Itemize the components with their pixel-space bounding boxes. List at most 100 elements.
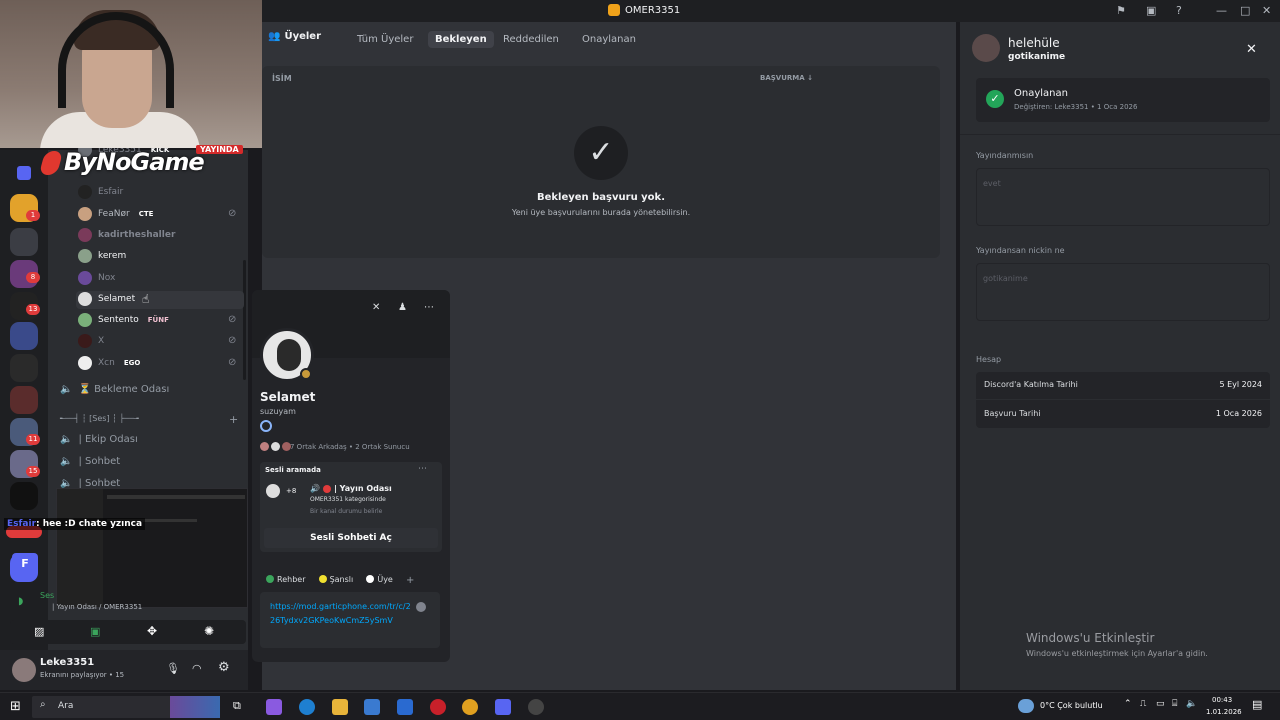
file-explorer-icon[interactable] — [332, 699, 348, 715]
members-header: 👥 Üyeler — [268, 31, 322, 42]
server-badge: 8 — [26, 272, 40, 283]
store-icon[interactable] — [364, 699, 380, 715]
server-f-icon[interactable]: F — [12, 553, 38, 575]
task-view-icon[interactable]: ⧉ — [233, 699, 241, 713]
emoji-icon[interactable] — [416, 602, 426, 612]
activities-icon[interactable]: ✥ — [147, 624, 157, 638]
obs-icon[interactable] — [528, 699, 544, 715]
profile-username: suzuyam — [260, 407, 296, 416]
voice-channel-label[interactable]: | Yayın Odası / OMER3351 — [52, 603, 142, 611]
clock-time[interactable]: 00:43 — [1212, 696, 1232, 704]
notifications-icon[interactable]: ▤ — [1252, 698, 1262, 711]
voice-user[interactable]: kerem — [78, 247, 126, 265]
server-icon[interactable] — [10, 386, 38, 414]
headphones-icon[interactable]: ◠ — [192, 662, 202, 675]
soundboard-icon[interactable]: ✺ — [204, 624, 214, 638]
more-icon[interactable]: ⋯ — [424, 302, 434, 313]
voice-user[interactable]: X — [78, 332, 104, 350]
channel-category[interactable]: ╾──┤ ┆ [Ses] ┆ ├──╼ — [60, 414, 139, 423]
windows-start-icon[interactable]: ⊞ — [10, 699, 21, 714]
mail-icon[interactable] — [397, 699, 413, 715]
maximize-icon[interactable]: □ — [1240, 4, 1250, 17]
collapse-icon[interactable]: ✕ — [372, 302, 380, 313]
open-voice-chat-button[interactable]: Sesli Sohbeti Aç — [264, 528, 438, 548]
account-card: Discord'a Katılma Tarihi 5 Eyl 2024 Başv… — [976, 372, 1270, 428]
voice-channel[interactable]: 🔊 | Yayın Odası — [310, 484, 392, 493]
server-icon[interactable] — [10, 354, 38, 382]
taskbar-search[interactable]: ⌕ Ara — [32, 696, 220, 718]
battery-icon[interactable]: ▭ — [1156, 699, 1165, 709]
close-icon[interactable]: ✕ — [1246, 42, 1257, 57]
volume-icon[interactable]: 🔈 — [1186, 699, 1197, 709]
voice-more-icon[interactable]: ⋯ — [418, 464, 427, 474]
window-title: OMER3351 — [608, 4, 680, 16]
scrollbar[interactable] — [243, 260, 246, 380]
empty-title: Bekleyen başvuru yok. — [536, 192, 666, 203]
close-window-icon[interactable]: ✕ — [1262, 4, 1271, 17]
minimize-icon[interactable]: — — [1216, 4, 1227, 17]
microphone-icon[interactable]: 🎙 — [166, 662, 180, 675]
flag-icon[interactable]: ⚑ — [1116, 4, 1126, 17]
channel-sohbet-2[interactable]: 🔈 | Sohbet — [60, 478, 120, 488]
channel-sohbet[interactable]: 🔈 | Sohbet — [60, 456, 120, 467]
speaker-icon: 🔊 — [310, 484, 320, 493]
tab-pending[interactable]: Bekleyen — [428, 31, 494, 48]
voice-user[interactable]: Esfair — [78, 183, 123, 201]
add-channel-icon[interactable]: + — [229, 413, 238, 426]
status-card: ✓ Onaylanan Değiştiren: Leke3351 • 1 Oca… — [976, 78, 1270, 122]
speaker-icon: 🔈 — [60, 384, 73, 395]
voice-card: Sesli aramada ⋯ +8 🔊 | Yayın Odası OMER33… — [260, 462, 442, 552]
add-role-icon[interactable]: + — [406, 575, 414, 586]
channel-waiting[interactable]: 🔈 ⏳ Bekleme Odası — [60, 384, 169, 395]
chrome-icon[interactable] — [462, 699, 478, 715]
channel-ekip[interactable]: 🔈 | Ekip Odası — [60, 434, 138, 445]
tray-arrow-icon[interactable]: ⌃ — [1124, 699, 1132, 709]
settings-gear-icon[interactable]: ⚙ — [218, 660, 230, 675]
server-icon[interactable] — [10, 228, 38, 256]
server-icon[interactable] — [10, 322, 38, 350]
help-icon[interactable]: ? — [1176, 4, 1182, 17]
screen-share-icon[interactable]: ▣ — [90, 625, 100, 638]
usb-icon[interactable]: ⎍ — [1140, 699, 1146, 709]
role-tag[interactable]: Üye — [366, 575, 393, 584]
profile-link[interactable]: https://mod.garticphone.com/tr/c/226Tydx… — [270, 600, 412, 628]
clock-date[interactable]: 1.01.2026 — [1206, 708, 1242, 716]
camera-off-icon[interactable]: ▨ — [34, 625, 44, 638]
dm-icon[interactable] — [17, 166, 31, 180]
add-friend-icon[interactable]: ♟ — [398, 302, 407, 313]
server-badge: 15 — [26, 466, 40, 477]
avatar[interactable] — [12, 658, 36, 682]
weather-icon[interactable] — [1018, 699, 1034, 713]
tab-all-members[interactable]: Tüm Üyeler — [350, 31, 420, 48]
discord-icon[interactable] — [495, 699, 511, 715]
copilot-icon[interactable] — [266, 699, 282, 715]
column-applied[interactable]: BAŞVURMA ↓ — [760, 74, 813, 82]
apply-date-value: 1 Oca 2026 — [1215, 409, 1262, 418]
role-tag[interactable]: Rehber — [266, 575, 305, 584]
voice-user[interactable]: kadirtheshaller — [78, 226, 175, 244]
voice-user[interactable]: Xcn EGO — [78, 354, 140, 372]
applications-table: İSİM BAŞVURMA ↓ ✓ Bekleyen başvuru yok. … — [262, 66, 940, 258]
voice-status-input[interactable]: Bir kanal durumu belirle — [310, 508, 382, 515]
mutuals-text[interactable]: 7 Ortak Arkadaş • 2 Ortak Sunucu — [290, 443, 410, 451]
network-icon[interactable]: ⌸ — [1172, 699, 1177, 709]
stream-preview[interactable] — [56, 488, 248, 608]
voice-user[interactable]: Sentento FÜNF — [78, 311, 169, 329]
role-tag[interactable]: Şanslı — [318, 575, 353, 584]
weather-text[interactable]: 0°C Çok bulutlu — [1040, 701, 1103, 710]
tab-rejected[interactable]: Reddedilen — [496, 31, 566, 48]
voice-user[interactable]: Nox — [78, 269, 115, 287]
avatar — [78, 207, 92, 221]
voice-user[interactable]: FeaNør CTE — [78, 205, 153, 223]
search-icon: ⌕ — [40, 699, 46, 710]
server-icon[interactable] — [10, 482, 38, 510]
screen-icon[interactable]: ▣ — [1146, 4, 1156, 17]
avatar — [266, 484, 280, 498]
mute-icon: ⊘ — [228, 314, 237, 325]
tab-approved[interactable]: Onaylanan — [575, 31, 643, 48]
voice-user-selamet[interactable]: Selamet — [78, 290, 135, 308]
opera-icon[interactable] — [430, 699, 446, 715]
column-name[interactable]: İSİM — [272, 74, 292, 83]
edge-icon[interactable] — [299, 699, 315, 715]
account-label: Hesap — [976, 355, 1002, 364]
